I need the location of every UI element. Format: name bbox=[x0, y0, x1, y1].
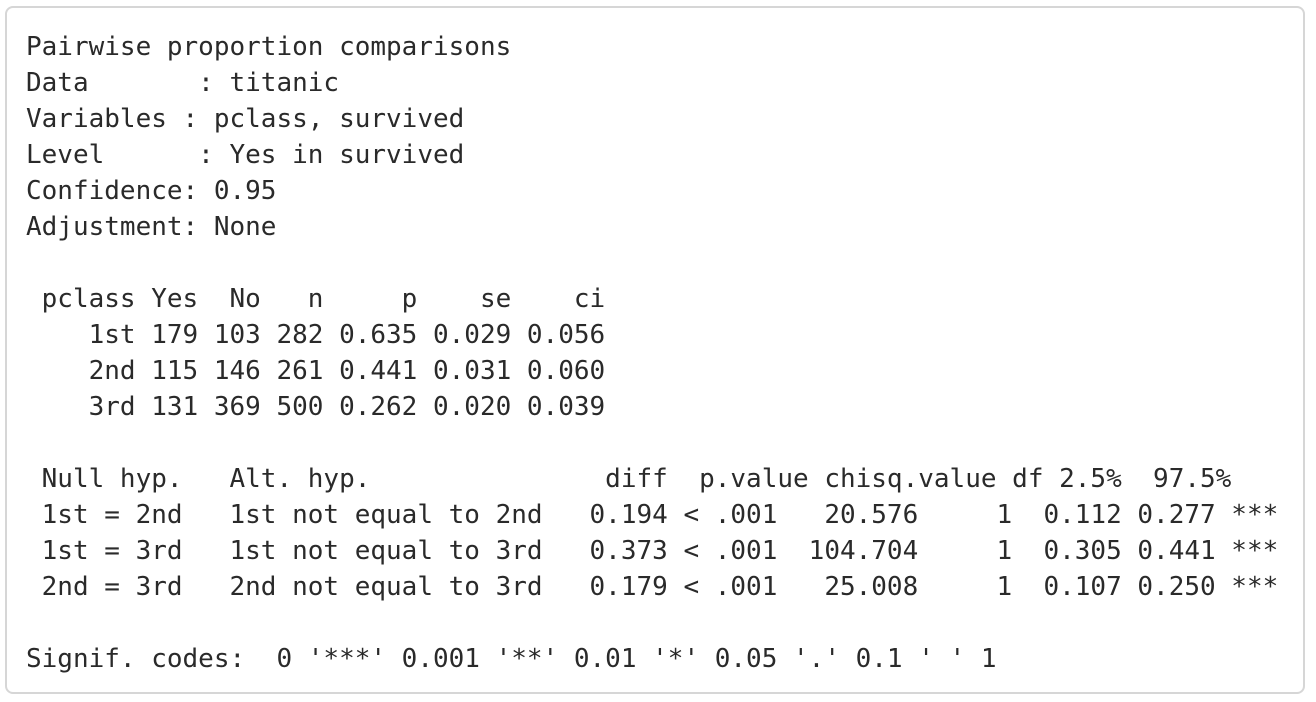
data-line: Data : titanic bbox=[26, 68, 340, 98]
adjustment-line: Adjustment: None bbox=[26, 212, 277, 242]
summary-table-row: 3rd 131 369 500 0.262 0.020 0.039 bbox=[26, 392, 606, 422]
output-text: Pairwise proportion comparisons Data : ti… bbox=[26, 29, 1278, 677]
comparison-table-row: 2nd = 3rd 2nd not equal to 3rd 0.179 < .… bbox=[26, 572, 1279, 602]
level-line: Level : Yes in survived bbox=[26, 140, 465, 170]
signif-codes-line: Signif. codes: 0 '***' 0.001 '**' 0.01 '… bbox=[26, 644, 997, 674]
summary-table-header: pclass Yes No n p se ci bbox=[26, 284, 606, 314]
confidence-line: Confidence: 0.95 bbox=[26, 176, 277, 206]
summary-table-row: 2nd 115 146 261 0.441 0.031 0.060 bbox=[26, 356, 606, 386]
summary-table-row: 1st 179 103 282 0.635 0.029 0.056 bbox=[26, 320, 606, 350]
output-panel: Pairwise proportion comparisons Data : ti… bbox=[5, 6, 1305, 694]
output-title: Pairwise proportion comparisons bbox=[26, 32, 512, 62]
comparison-table-row: 1st = 3rd 1st not equal to 3rd 0.373 < .… bbox=[26, 536, 1279, 566]
comparison-table-header: Null hyp. Alt. hyp. diff p.value chisq.v… bbox=[26, 464, 1232, 494]
comparison-table-row: 1st = 2nd 1st not equal to 2nd 0.194 < .… bbox=[26, 500, 1279, 530]
variables-line: Variables : pclass, survived bbox=[26, 104, 465, 134]
